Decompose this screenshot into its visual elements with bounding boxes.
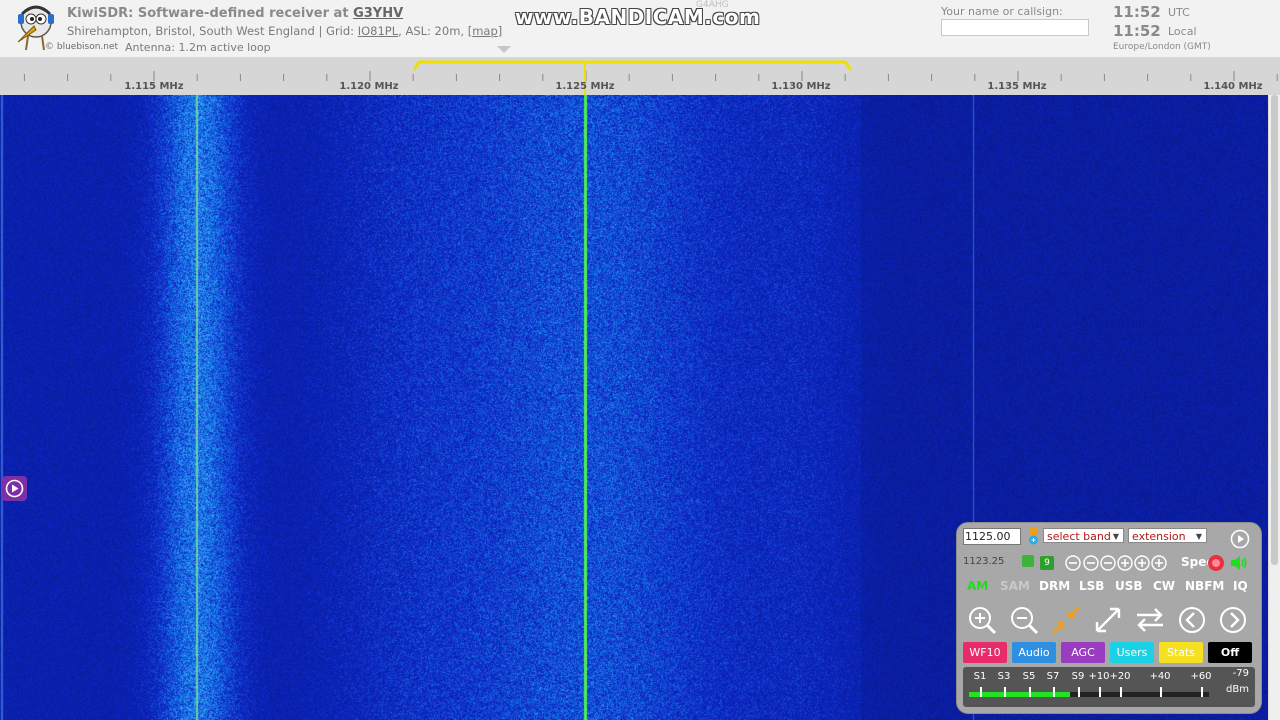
dropdown-arrow-icon: ▼ — [1112, 532, 1119, 541]
watermark-callsign: G4AHG — [696, 0, 729, 10]
play-circle-icon[interactable] — [1230, 529, 1250, 549]
mode-iq[interactable]: IQ — [1233, 579, 1248, 593]
timezone-label: Europe/London (GMT) — [1113, 42, 1211, 52]
page-swap-icon[interactable] — [1133, 603, 1167, 637]
owner-callsign-link[interactable]: G3YHV — [353, 6, 403, 21]
collapse-header-icon[interactable] — [497, 46, 511, 53]
smeter-label: S5 — [1022, 671, 1036, 682]
smeter-label: +20 — [1109, 671, 1131, 682]
tab-audio[interactable]: Audio — [1012, 642, 1056, 663]
smeter-tick — [1029, 687, 1031, 697]
logo-credit[interactable]: © bluebison.net — [45, 42, 118, 52]
mode-sam[interactable]: SAM — [1000, 579, 1030, 593]
clock-local-suffix: Local — [1168, 25, 1197, 38]
scale-label-1135: 1.135 MHz — [987, 81, 1047, 92]
mode-cw[interactable]: CW — [1153, 579, 1175, 593]
receiver-title: KiwiSDR: Software-defined receiver at G3… — [67, 6, 404, 21]
vfo-toggle-icon[interactable] — [1022, 555, 1034, 567]
scale-label-1140: 1.140 MHz — [1203, 81, 1263, 92]
smeter-tick — [1160, 687, 1162, 697]
step-up-icon[interactable] — [1134, 555, 1150, 571]
smeter-tick — [1120, 687, 1122, 697]
smeter-tick — [1004, 687, 1006, 697]
step-down-icon[interactable] — [1065, 555, 1081, 571]
smeter-tick — [1099, 687, 1101, 697]
smeter-label: S7 — [1046, 671, 1060, 682]
signal-dbm-unit: dBm — [1226, 684, 1249, 695]
tab-users[interactable]: Users — [1110, 642, 1154, 663]
tab-stats[interactable]: Stats — [1159, 642, 1203, 663]
scale-label-1120: 1.120 MHz — [339, 81, 399, 92]
smeter-label: +40 — [1149, 671, 1171, 682]
page-left-icon[interactable] — [1175, 603, 1209, 637]
page-right-icon[interactable] — [1216, 603, 1250, 637]
tab-off[interactable]: Off — [1208, 642, 1252, 663]
page-scrollbar[interactable] — [1268, 95, 1280, 720]
dropdown-arrow-icon: ▼ — [1195, 532, 1202, 541]
tab-agc[interactable]: AGC — [1061, 642, 1105, 663]
zoom-in-icon[interactable] — [965, 603, 999, 637]
extension-select[interactable]: extension ▼ — [1128, 528, 1207, 543]
step-down-icon[interactable] — [1100, 555, 1116, 571]
smeter-label: S9 — [1071, 671, 1085, 682]
scale-label-1130: 1.130 MHz — [771, 81, 831, 92]
antenna-info: Antenna: 1.2m active loop — [125, 41, 271, 54]
smeter-label: S1 — [973, 671, 987, 682]
receiver-location: Shirehampton, Bristol, South West Englan… — [67, 24, 503, 38]
passband-indicator[interactable] — [412, 60, 853, 71]
mode-nbfm[interactable]: NBFM — [1185, 579, 1224, 593]
smeter-tick — [1201, 687, 1203, 697]
record-icon[interactable] — [1207, 554, 1225, 572]
left-panel-toggle-icon[interactable] — [2, 476, 27, 501]
tab-wf[interactable]: WF10 — [963, 642, 1007, 663]
clock-utc-suffix: UTC — [1168, 6, 1190, 19]
zoom-to-band-icon[interactable] — [1049, 603, 1083, 637]
scale-label-1125: 1.125 MHz — [555, 81, 615, 92]
step-up-icon[interactable] — [1151, 555, 1167, 571]
mode-drm[interactable]: DRM — [1039, 579, 1070, 593]
smeter-tick — [980, 687, 982, 697]
smeter-tick — [1078, 687, 1080, 697]
smeter-label: S3 — [997, 671, 1011, 682]
s-meter: S1 S3 S5 S7 S9 +10 +20 +40 +60 -79 dBm — [963, 667, 1255, 707]
clock-local: 11:52 — [1113, 22, 1161, 40]
scale-label-1115: 1.115 MHz — [124, 81, 184, 92]
smeter-label: +60 — [1190, 671, 1212, 682]
step-down-icon[interactable] — [1083, 555, 1099, 571]
clock-utc: 11:52 — [1113, 3, 1161, 21]
frequency-step-icon[interactable] — [1028, 527, 1039, 545]
smeter-label: +10 — [1088, 671, 1110, 682]
scrollbar-thumb[interactable] — [1271, 95, 1278, 565]
map-link[interactable]: map — [472, 24, 498, 38]
mode-usb[interactable]: USB — [1115, 579, 1143, 593]
zoom-out-icon[interactable] — [1007, 603, 1041, 637]
frequency-scale[interactable]: 1.115 MHz 1.120 MHz 1.125 MHz 1.130 MHz … — [0, 57, 1280, 95]
band-select[interactable]: select band ▼ — [1043, 528, 1124, 543]
speaker-icon[interactable] — [1229, 553, 1249, 573]
scale-ticks — [23, 60, 1278, 95]
step-number[interactable]: 9 — [1040, 556, 1054, 570]
control-panel: select band▼ extension▼ 1123.25 9 Spec A… — [956, 522, 1262, 714]
signal-dbm-value: -79 — [1232, 668, 1249, 679]
grid-link[interactable]: IO81PL — [358, 24, 398, 38]
mode-lsb[interactable]: LSB — [1079, 579, 1104, 593]
callsign-input[interactable] — [941, 19, 1089, 36]
frequency-input[interactable] — [963, 528, 1021, 545]
ident-label: Your name or callsign: — [941, 5, 1063, 18]
smeter-tick — [1053, 687, 1055, 697]
zoom-max-out-icon[interactable] — [1091, 603, 1125, 637]
mode-am[interactable]: AM — [967, 579, 988, 593]
step-up-icon[interactable] — [1117, 555, 1133, 571]
frequency-readout: 1123.25 — [963, 556, 1005, 567]
top-bar: © bluebison.net KiwiSDR: Software-define… — [0, 0, 1280, 58]
